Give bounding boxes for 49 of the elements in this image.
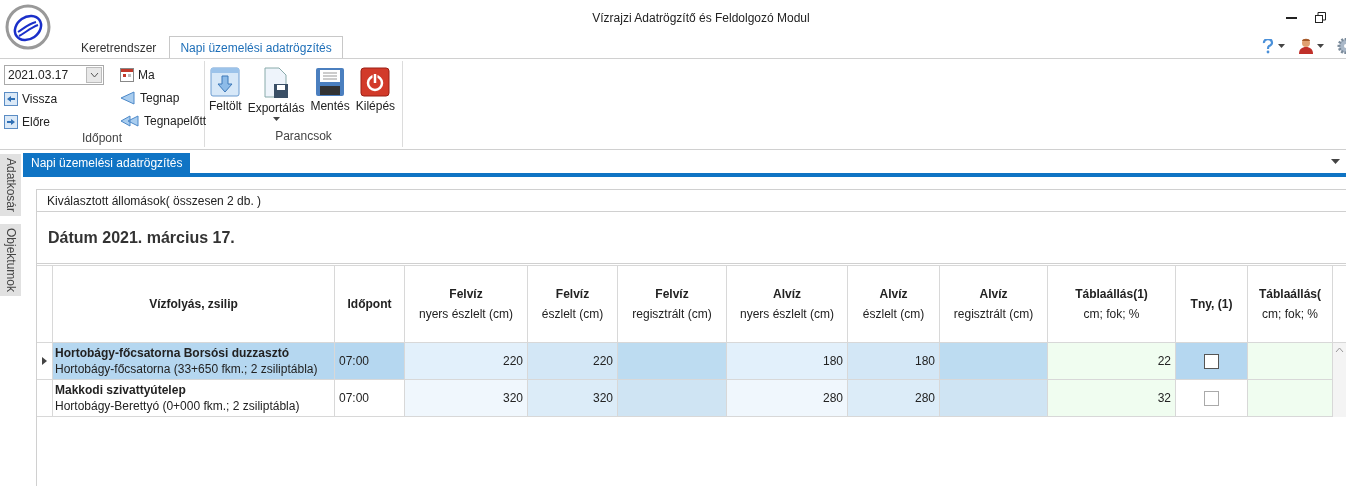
- document-floppy-icon: [262, 67, 291, 99]
- panel-header: Kiválasztott állomások( összesen 2 db. ): [37, 190, 1346, 212]
- group-label: Parancsok: [274, 129, 333, 145]
- double-triangle-icon: [120, 113, 140, 128]
- side-tab[interactable]: Objektumok: [0, 224, 21, 297]
- caret-icon[interactable]: [1278, 44, 1285, 48]
- table-cell: 32: [1048, 380, 1176, 417]
- nav-button[interactable]: Vissza: [4, 89, 104, 108]
- logo-icon: [5, 4, 51, 50]
- table-cell: 180: [727, 343, 848, 380]
- power-icon: [360, 67, 391, 97]
- nav-button[interactable]: Ma: [120, 65, 207, 84]
- window-title: Vízrajzi Adatrögzítő és Feldolgozó Modul: [591, 10, 811, 25]
- restore-icon[interactable]: [1315, 12, 1326, 23]
- ribbon-button[interactable]: Exportálás: [247, 65, 305, 129]
- ribbon-tab[interactable]: Napi üzemelési adatrögzítés: [169, 36, 343, 58]
- table-cell: 320: [528, 380, 618, 417]
- group-label: Időpont: [80, 131, 123, 147]
- checkbox[interactable]: [1204, 353, 1219, 369]
- table-cell: 07:00: [335, 343, 405, 380]
- table-cell: Hortobágy-főcsatorna Borsósi duzzasztó Hortobágy-főcsatorna (33+650 fkm.; 2 zsiliptábla): [53, 343, 335, 380]
- table-cell: Makkodi szivattyútelep Hortobágy-Berettyó (0+000 fkm.; 2 zsiliptábla): [53, 380, 335, 417]
- checkbox[interactable]: [1204, 390, 1219, 406]
- calendar-icon: [120, 67, 134, 82]
- ribbon-button[interactable]: Mentés: [310, 65, 350, 129]
- date-heading: Dátum 2021. március 17.: [37, 212, 1346, 264]
- settings-icon[interactable]: [1336, 38, 1346, 54]
- caret-icon[interactable]: [1331, 159, 1340, 164]
- table-cell: 180: [848, 343, 940, 380]
- table-cell: 280: [727, 380, 848, 417]
- nav-button[interactable]: Tegnap: [120, 88, 207, 107]
- table-cell: 280: [848, 380, 940, 417]
- table-cell: 07:00: [335, 380, 405, 417]
- ribbon-button[interactable]: Feltölt: [209, 65, 242, 129]
- table-cell: 320: [405, 380, 528, 417]
- nav-button[interactable]: Előre: [4, 112, 104, 131]
- table-cell: 220: [528, 343, 618, 380]
- user-icon[interactable]: [1299, 38, 1313, 54]
- ribbon-button[interactable]: Kilépés: [355, 65, 396, 129]
- nav-button[interactable]: Tegnapelőtt: [120, 111, 207, 130]
- document-tab[interactable]: Napi üzemelési adatrögzítés: [23, 153, 191, 173]
- table-cell: 220: [405, 343, 528, 380]
- table-cell: 22: [1048, 343, 1176, 380]
- triangle-icon: [120, 90, 136, 105]
- caret-icon[interactable]: [1317, 44, 1324, 48]
- chevron-down-icon[interactable]: [89, 72, 99, 78]
- side-tab[interactable]: Adatkosár: [0, 154, 21, 217]
- scrollbar[interactable]: [1333, 343, 1346, 417]
- date-field[interactable]: 2021.03.17: [4, 65, 104, 85]
